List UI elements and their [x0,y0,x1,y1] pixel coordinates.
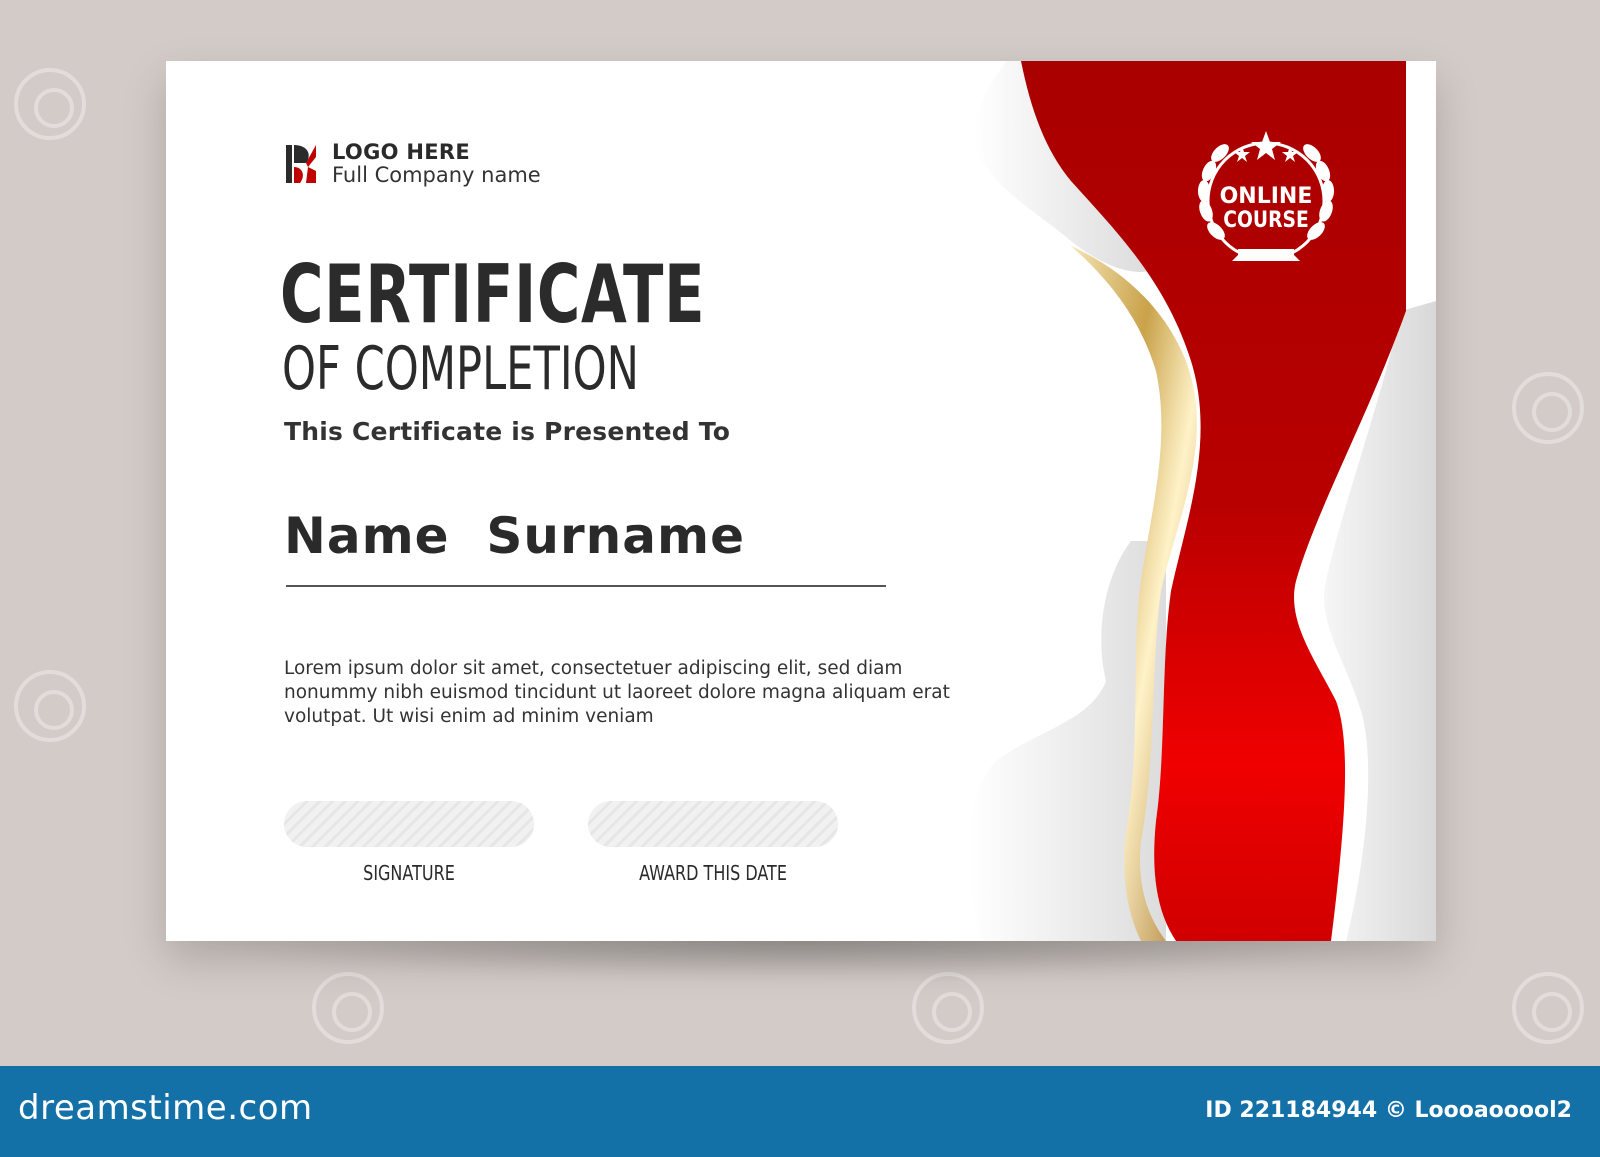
certificate-subtitle: OF COMPLETION [282,334,639,404]
watermark-icon [14,68,86,140]
recipient-name: Name Surname [284,507,746,565]
date-label: AWARD THIS DATE [639,861,787,885]
name-underline [286,585,886,587]
logo-title: LOGO HERE [332,140,471,164]
company-logo: LOGO HERE Full Company name [284,141,541,187]
logo-company-name: Full Company name [332,163,541,187]
watermark-icon [1512,972,1584,1044]
footer-bar: dreamstime.com ID 221184944 © Loooaooool… [0,1066,1600,1157]
watermark-icon [912,972,984,1044]
footer-image-id: ID 221184944 © Loooaooool2 [1205,1098,1572,1123]
badge-line-1: ONLINE [1220,184,1313,209]
badge-line-2: COURSE [1223,207,1308,233]
watermark-icon [312,972,384,1044]
footer-brand[interactable]: dreamstime.com [18,1088,313,1128]
online-course-badge: ONLINE COURSE [1198,131,1334,261]
certificate-body-text: Lorem ipsum dolor sit amet, consectetuer… [284,658,950,727]
background-stage: LOGO HERE Full Company name CERTIFICATE … [0,0,1600,1066]
watermark-icon [1512,372,1584,444]
logo-mark-icon [286,145,316,183]
date-field [588,801,838,847]
watermark-icon [14,670,86,742]
presented-to-text: This Certificate is Presented To [284,417,731,446]
signature-field [284,801,534,847]
certificate: LOGO HERE Full Company name CERTIFICATE … [166,61,1436,941]
signature-label: SIGNATURE [363,861,455,885]
certificate-title: CERTIFICATE [280,248,706,341]
